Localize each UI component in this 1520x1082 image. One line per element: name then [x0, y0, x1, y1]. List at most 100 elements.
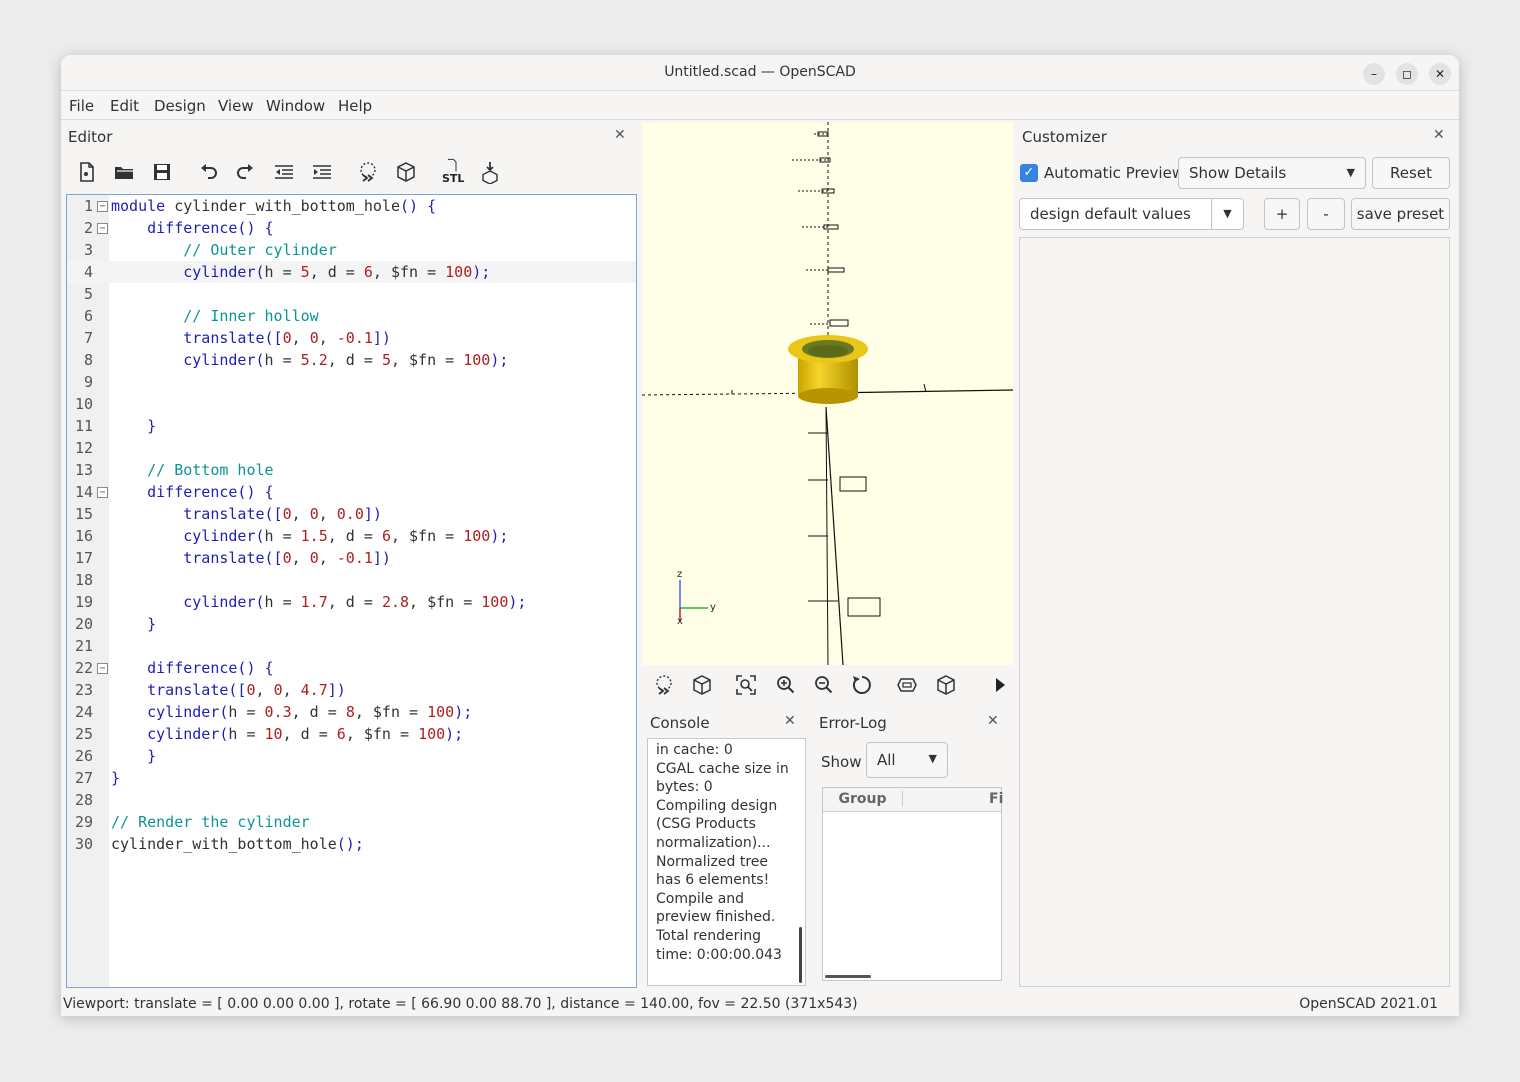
undo-icon[interactable] [196, 160, 220, 184]
render-icon[interactable] [394, 160, 418, 184]
show-details-dropdown[interactable]: Show Details ▼ [1178, 157, 1366, 189]
code-line[interactable]: 18 [67, 569, 636, 591]
code-line[interactable]: 14− difference() { [67, 481, 636, 503]
code-text: } [147, 417, 157, 435]
code-line[interactable]: 15 translate([0, 0, 0.0]) [67, 503, 636, 525]
zoom-out-icon[interactable] [812, 673, 836, 697]
unindent-icon[interactable] [272, 160, 296, 184]
send-to-3d-print-icon[interactable] [478, 160, 502, 185]
fold-toggle-icon[interactable]: − [97, 223, 108, 234]
fold-toggle-icon[interactable]: − [97, 663, 108, 674]
code-line[interactable]: 1− module cylinder_with_bottom_hole() { [67, 195, 636, 217]
code-line[interactable]: 7 translate([0, 0, -0.1]) [67, 327, 636, 349]
menu-design[interactable]: Design [154, 97, 206, 115]
code-line[interactable]: 11 } [67, 415, 636, 437]
error-log-table[interactable]: Group Fi [822, 787, 1003, 981]
error-log-close-icon[interactable]: ✕ [987, 713, 999, 729]
code-line[interactable]: 8 cylinder(h = 5.2, d = 5, $fn = 100); [67, 349, 636, 371]
console-close-icon[interactable]: ✕ [784, 713, 796, 729]
code-line[interactable]: 13 // Bottom hole [67, 459, 636, 481]
close-window-button[interactable]: ✕ [1429, 63, 1451, 85]
line-number: 2 [83, 219, 93, 237]
zoom-in-icon[interactable] [774, 673, 798, 697]
add-preset-button[interactable]: + [1264, 198, 1300, 230]
code-line[interactable]: 24 cylinder(h = 0.3, d = 8, $fn = 100); [67, 701, 636, 723]
code-line[interactable]: 19 cylinder(h = 1.7, d = 2.8, $fn = 100)… [67, 591, 636, 613]
render-icon[interactable] [690, 673, 714, 697]
code-line[interactable]: 25 cylinder(h = 10, d = 6, $fn = 100); [67, 723, 636, 745]
code-text: // Render the cylinder [111, 813, 310, 831]
3d-viewport[interactable]: z y x [642, 122, 1013, 665]
view-all-icon[interactable] [734, 673, 758, 697]
code-line[interactable]: 3 // Outer cylinder [67, 239, 636, 261]
menu-bar: File Edit Design View Window Help [61, 92, 1459, 120]
open-file-icon[interactable] [112, 160, 136, 184]
more-icon[interactable] [988, 673, 1012, 697]
new-file-icon[interactable] [75, 160, 99, 184]
code-line[interactable]: 9 [67, 371, 636, 393]
code-line[interactable]: 5 [67, 283, 636, 305]
menu-help[interactable]: Help [338, 97, 372, 115]
remove-preset-button[interactable]: - [1307, 198, 1345, 230]
editor-close-icon[interactable]: ✕ [614, 127, 626, 143]
code-text: translate([0, 0, -0.1]) [183, 329, 391, 347]
save-preset-button[interactable]: save preset [1351, 198, 1450, 230]
error-log-hscrollbar[interactable] [825, 975, 871, 978]
code-line[interactable]: 22− difference() { [67, 657, 636, 679]
fold-toggle-icon[interactable]: − [97, 201, 108, 212]
fold-toggle-icon[interactable]: − [97, 487, 108, 498]
line-number: 17 [74, 549, 93, 567]
code-line[interactable]: 12 [67, 437, 636, 459]
menu-file[interactable]: File [69, 97, 94, 115]
console-scrollbar[interactable] [799, 927, 802, 983]
code-line[interactable]: 29 // Render the cylinder [67, 811, 636, 833]
code-line[interactable]: 28 [67, 789, 636, 811]
code-text: cylinder(h = 1.5, d = 6, $fn = 100); [183, 527, 509, 545]
code-line[interactable]: 2− difference() { [67, 217, 636, 239]
console-line: Compile and [656, 890, 745, 907]
console-line: in cache: 0 [656, 742, 733, 758]
error-log-filter-dropdown[interactable]: All ▼ [866, 742, 948, 778]
code-line[interactable]: 16 cylinder(h = 1.5, d = 6, $fn = 100); [67, 525, 636, 547]
column-group[interactable]: Group [823, 791, 903, 807]
code-line[interactable]: 10 [67, 393, 636, 415]
reset-view-icon[interactable] [850, 673, 874, 697]
automatic-preview-checkbox[interactable]: ✓ [1020, 164, 1038, 182]
orthogonal-icon[interactable] [934, 673, 958, 697]
customizer-parameters-area[interactable] [1019, 237, 1450, 987]
code-line[interactable]: 20 } [67, 613, 636, 635]
code-line[interactable]: 26 } [67, 745, 636, 767]
code-line[interactable]: 4 cylinder(h = 5, d = 6, $fn = 100); [67, 261, 636, 283]
console-output[interactable]: in cache: 0 CGAL cache size in bytes: 0 Com… [647, 738, 806, 986]
perspective-icon[interactable] [895, 673, 919, 697]
column-file[interactable]: Fi [989, 791, 1003, 807]
code-line[interactable]: 30 cylinder_with_bottom_hole(); [67, 833, 636, 855]
maximize-button[interactable]: ◻ [1396, 63, 1418, 85]
menu-edit[interactable]: Edit [110, 97, 139, 115]
redo-icon[interactable] [234, 160, 258, 184]
customizer-close-icon[interactable]: ✕ [1433, 127, 1445, 143]
preset-dropdown[interactable]: design default values ▼ [1019, 198, 1244, 230]
chevron-down-icon: ▼ [928, 752, 937, 765]
error-log-show-label: Show [821, 753, 862, 771]
preview-icon[interactable] [652, 673, 676, 697]
code-line[interactable]: 6 // Inner hollow [67, 305, 636, 327]
menu-view[interactable]: View [218, 97, 254, 115]
code-line[interactable]: 23 translate([0, 0, 4.7]) [67, 679, 636, 701]
console-text: in cache: 0 CGAL cache size in bytes: 0 Com… [656, 741, 796, 964]
indent-icon[interactable] [310, 160, 334, 184]
code-line[interactable]: 17 translate([0, 0, -0.1]) [67, 547, 636, 569]
line-number: 19 [74, 593, 93, 611]
minimize-button[interactable]: – [1363, 63, 1385, 85]
code-line[interactable]: 21 [67, 635, 636, 657]
reset-button[interactable]: Reset [1372, 157, 1450, 189]
code-text: cylinder(h = 0.3, d = 8, $fn = 100); [147, 703, 473, 721]
save-icon[interactable] [150, 160, 174, 184]
export-stl-icon[interactable]: STL [440, 158, 466, 186]
line-number: 8 [83, 351, 93, 369]
menu-window[interactable]: Window [266, 97, 325, 115]
code-line[interactable]: 27} [67, 767, 636, 789]
code-editor[interactable]: 1− module cylinder_with_bottom_hole() {2−… [66, 194, 637, 988]
preview-icon[interactable] [356, 160, 380, 184]
line-number: 11 [74, 417, 93, 435]
